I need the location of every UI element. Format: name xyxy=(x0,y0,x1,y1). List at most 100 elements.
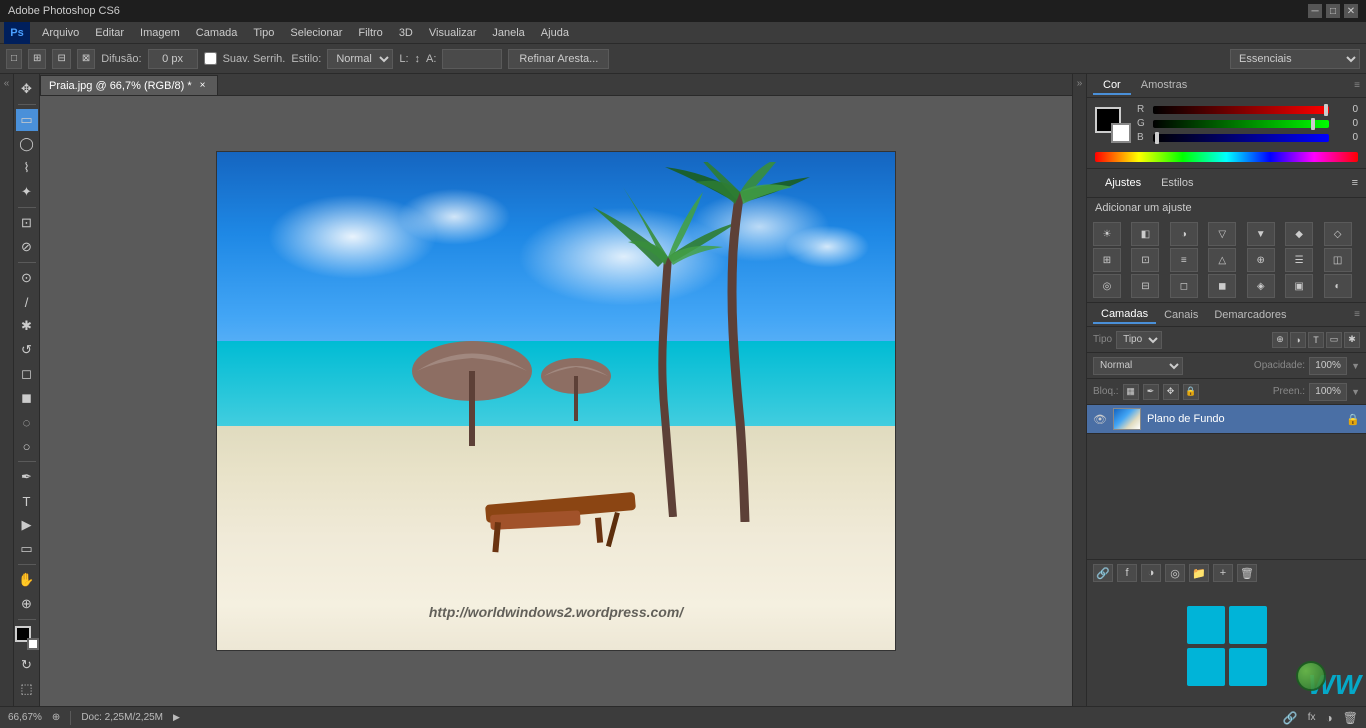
cor-tab[interactable]: Cor xyxy=(1093,77,1131,95)
adj-btn-18[interactable]: ◼ xyxy=(1208,274,1236,298)
menu-tipo[interactable]: Tipo xyxy=(245,25,282,41)
refinar-aresta-button[interactable]: Refinar Aresta... xyxy=(508,49,609,69)
new-selection-btn[interactable]: □ xyxy=(6,49,22,69)
b-slider-handle[interactable] xyxy=(1155,132,1159,144)
photo-filter-btn[interactable]: ⊡ xyxy=(1131,248,1159,272)
new-group-btn[interactable]: 📁 xyxy=(1189,564,1209,582)
channel-mixer-btn[interactable]: ≡ xyxy=(1170,248,1198,272)
blur-tool[interactable]: ◌ xyxy=(16,411,38,433)
add-selection-btn[interactable]: ⊞ xyxy=(28,49,46,69)
lasso-tool[interactable]: ⌇ xyxy=(16,157,38,179)
zoom-tool[interactable]: ⊕ xyxy=(16,593,38,615)
eyedropper-tool[interactable]: ⊘ xyxy=(16,236,38,258)
filter-shape-icon[interactable]: ▭ xyxy=(1326,332,1342,348)
color-panel-collapse[interactable]: ≡ xyxy=(1354,80,1360,91)
gradient-map-btn[interactable]: ◎ xyxy=(1093,274,1121,298)
layers-panel-collapse[interactable]: ≡ xyxy=(1354,309,1360,320)
bw-btn[interactable]: ⊞ xyxy=(1093,248,1121,272)
lock-all-btn[interactable]: 🔒 xyxy=(1183,384,1199,400)
brush-tool[interactable]: / xyxy=(16,291,38,313)
amostras-tab[interactable]: Amostras xyxy=(1131,77,1197,95)
move-tool[interactable]: ✥ xyxy=(16,78,38,100)
marquee-ellipse-tool[interactable]: ◯ xyxy=(16,133,38,155)
document-tab[interactable]: Praia.jpg @ 66,7% (RGB/8) * × xyxy=(40,75,218,95)
opacity-arrow[interactable]: ▼ xyxy=(1351,361,1360,371)
subtract-selection-btn[interactable]: ⊟ xyxy=(52,49,70,69)
canvas-container[interactable]: http://worldwindows2.wordpress.com/ xyxy=(40,96,1072,706)
hsl-btn[interactable]: ◆ xyxy=(1285,222,1313,246)
close-button[interactable]: ✕ xyxy=(1344,4,1358,18)
r-slider-handle[interactable] xyxy=(1324,104,1328,116)
clone-stamp-tool[interactable]: ✱ xyxy=(16,315,38,337)
menu-editar[interactable]: Editar xyxy=(87,25,132,41)
adj-btn-17[interactable]: ◻ xyxy=(1170,274,1198,298)
filter-smart-icon[interactable]: ✱ xyxy=(1344,332,1360,348)
lock-position-btn[interactable]: ✥ xyxy=(1163,384,1179,400)
antialias-checkbox[interactable] xyxy=(204,52,217,65)
levels-btn[interactable]: ◧ xyxy=(1131,222,1159,246)
curves-btn[interactable]: ◑ xyxy=(1170,222,1198,246)
menu-ajuda[interactable]: Ajuda xyxy=(533,25,577,41)
color-lookup-btn[interactable]: △ xyxy=(1208,248,1236,272)
selective-color-btn[interactable]: ⊟ xyxy=(1131,274,1159,298)
text-tool[interactable]: T xyxy=(16,490,38,512)
magic-wand-tool[interactable]: ✦ xyxy=(16,181,38,203)
intersect-selection-btn[interactable]: ⊠ xyxy=(77,49,95,69)
canais-tab[interactable]: Canais xyxy=(1156,307,1206,323)
menu-visualizar[interactable]: Visualizar xyxy=(421,25,485,41)
menu-arquivo[interactable]: Arquivo xyxy=(34,25,87,41)
history-brush-tool[interactable]: ↺ xyxy=(16,339,38,361)
add-style-btn[interactable]: f xyxy=(1117,564,1137,582)
brightness-contrast-btn[interactable]: ☀ xyxy=(1093,222,1121,246)
menu-filtro[interactable]: Filtro xyxy=(350,25,390,41)
a-input[interactable] xyxy=(442,49,502,69)
rotate-view-tool[interactable]: ↻ xyxy=(16,654,38,676)
background-color-swatch[interactable] xyxy=(1111,123,1131,143)
menu-selecionar[interactable]: Selecionar xyxy=(282,25,350,41)
hand-tool[interactable]: ✋ xyxy=(16,569,38,591)
layer-visibility-btn[interactable]: 👁 xyxy=(1093,412,1107,426)
invert-btn[interactable]: ⊕ xyxy=(1247,248,1275,272)
workspace-select[interactable]: Essenciais xyxy=(1230,49,1360,69)
filter-pixel-icon[interactable]: ⊕ xyxy=(1272,332,1288,348)
eraser-tool[interactable]: ◻ xyxy=(16,363,38,385)
exposure-btn[interactable]: ▽ xyxy=(1208,222,1236,246)
filter-text-icon[interactable]: T xyxy=(1308,332,1324,348)
status-trash-icon[interactable]: 🗑 xyxy=(1343,711,1358,725)
status-mask-icon[interactable]: ◑ xyxy=(1326,711,1333,725)
adj-panel-collapse[interactable]: ≡ xyxy=(1352,177,1358,189)
left-collapse-arrow[interactable]: « xyxy=(4,78,10,89)
menu-imagem[interactable]: Imagem xyxy=(132,25,188,41)
color-balance-btn[interactable]: ◇ xyxy=(1324,222,1352,246)
vibrance-btn[interactable]: ▼ xyxy=(1247,222,1275,246)
gradient-tool[interactable]: ◼ xyxy=(16,387,38,409)
healing-brush-tool[interactable]: ⊙ xyxy=(16,267,38,289)
lock-transparent-btn[interactable]: ▦ xyxy=(1123,384,1139,400)
estilos-tab[interactable]: Estilos xyxy=(1151,173,1203,193)
adj-btn-20[interactable]: ▣ xyxy=(1285,274,1313,298)
crop-tool[interactable]: ⊡ xyxy=(16,212,38,234)
ajustes-tab[interactable]: Ajustes xyxy=(1095,173,1151,193)
delete-layer-btn[interactable]: 🗑 xyxy=(1237,564,1257,582)
menu-3d[interactable]: 3D xyxy=(391,25,421,41)
style-select[interactable]: Normal xyxy=(327,49,393,69)
pen-tool[interactable]: ✒ xyxy=(16,466,38,488)
right-collapse-arrow[interactable]: » xyxy=(1077,78,1083,89)
table-row[interactable]: 👁 Plano de Fundo 🔒 xyxy=(1087,405,1366,434)
filter-adj-icon[interactable]: ◑ xyxy=(1290,332,1306,348)
maximize-button[interactable]: □ xyxy=(1326,4,1340,18)
doc-info-arrow[interactable]: ▶ xyxy=(173,712,180,723)
adj-btn-21[interactable]: ◐ xyxy=(1324,274,1352,298)
minimize-button[interactable]: ─ xyxy=(1308,4,1322,18)
dodge-tool[interactable]: ○ xyxy=(16,435,38,457)
menu-janela[interactable]: Janela xyxy=(484,25,532,41)
demarcadores-tab[interactable]: Demarcadores xyxy=(1206,307,1294,323)
menu-camada[interactable]: Camada xyxy=(188,25,246,41)
blend-mode-select[interactable]: Normal xyxy=(1093,357,1183,375)
status-fx-icon[interactable]: fx xyxy=(1308,712,1316,723)
background-swatch[interactable] xyxy=(27,638,39,650)
camadas-tab[interactable]: Camadas xyxy=(1093,306,1156,324)
layers-filter-select[interactable]: Tipo xyxy=(1116,331,1162,349)
g-slider-handle[interactable] xyxy=(1311,118,1315,130)
marquee-rect-tool[interactable]: ▭ xyxy=(16,109,38,131)
